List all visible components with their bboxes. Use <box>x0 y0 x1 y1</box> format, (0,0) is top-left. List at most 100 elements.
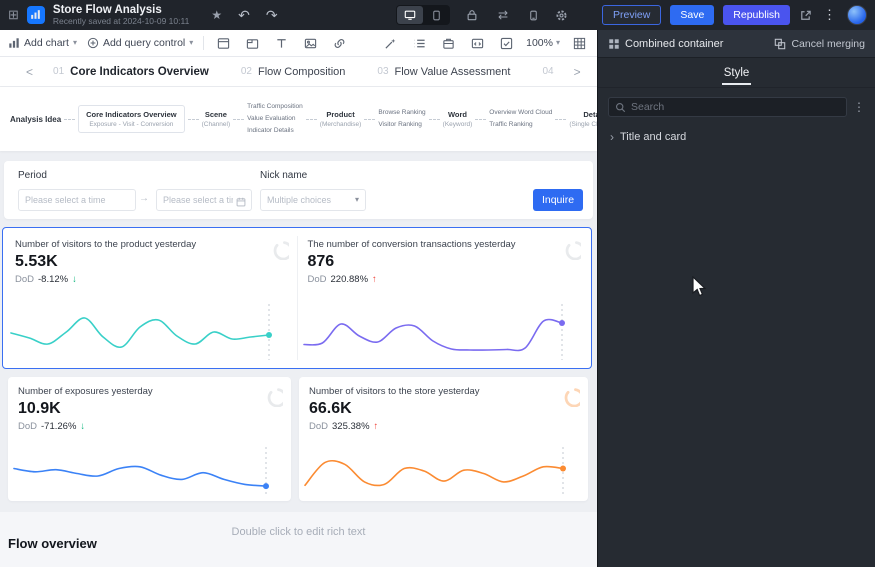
dod-direction-icon: ↓ <box>80 421 85 432</box>
flow-connector <box>188 119 199 120</box>
dod-label: DoD <box>308 274 327 285</box>
mobile-view-button[interactable] <box>423 6 449 24</box>
flow-list-item: Browse Ranking <box>378 107 425 119</box>
preview-button[interactable]: Preview <box>602 5 661 25</box>
style-search-box[interactable] <box>608 97 847 117</box>
tabs-next-icon[interactable]: > <box>570 65 585 79</box>
flow-node-word: Word (Keyword) <box>443 110 473 128</box>
saved-status: Recently saved at 2024-10-09 10:11 <box>53 17 189 26</box>
cancel-merging-label: Cancel merging <box>791 38 865 50</box>
flow-list-scene: Traffic Composition Value Evaluation Ind… <box>247 101 303 136</box>
flow-list-item: Overview Word Cloud <box>489 107 552 119</box>
flow-node-subtitle: (Channel) <box>202 121 231 128</box>
tabs-prev-icon[interactable]: < <box>22 65 37 79</box>
decoration-swirl-icon <box>559 238 581 260</box>
flow-connector <box>475 119 486 120</box>
nickname-label: Nick name <box>260 170 307 181</box>
flow-list-item: Value Evaluation <box>247 113 303 125</box>
kpi-card-visitors-store[interactable]: Number of visitors to the store yesterda… <box>299 377 588 501</box>
kpi-value: 5.53K <box>5 250 297 271</box>
flow-node-subtitle: Exposure - Visit - Conversion <box>86 121 176 128</box>
period-start-input[interactable] <box>18 189 136 211</box>
dod-value: 325.38% <box>332 421 370 432</box>
search-input[interactable] <box>631 101 840 113</box>
dod-direction-icon: ↑ <box>374 421 379 432</box>
nickname-select[interactable]: Multiple choices ▾ <box>260 189 366 211</box>
open-external-icon[interactable] <box>799 9 812 22</box>
redo-icon[interactable]: ↷ <box>262 6 282 24</box>
settings-gear-icon[interactable] <box>555 9 568 22</box>
collaborate-swap-icon[interactable]: ⇄ <box>494 7 512 23</box>
embed-icon[interactable] <box>468 35 487 52</box>
cancel-merging-button[interactable]: Cancel merging <box>774 38 865 50</box>
section-title-and-card[interactable]: › Title and card <box>598 123 875 151</box>
kpi-title: The number of conversion transactions ye… <box>298 230 590 250</box>
favorite-star-icon[interactable]: ★ <box>207 7 226 23</box>
flow-connector <box>306 119 317 120</box>
zoom-value: 100% <box>526 37 553 49</box>
mouse-cursor <box>692 276 708 298</box>
save-button[interactable]: Save <box>670 5 714 25</box>
container-layout-icon[interactable] <box>214 35 233 52</box>
flow-connector <box>555 119 566 120</box>
desktop-view-button[interactable] <box>397 6 423 24</box>
kpi-value: 10.9K <box>8 397 291 418</box>
tab-container-icon[interactable] <box>243 35 262 52</box>
tab-flow-value-assessment[interactable]: 03 Flow Value Assessment <box>377 66 510 78</box>
tab-number: 01 <box>53 66 64 77</box>
device-toggle[interactable] <box>396 5 450 25</box>
tab-core-indicators[interactable]: 01 Core Indicators Overview <box>53 66 209 78</box>
grid-layout-icon[interactable] <box>570 35 589 52</box>
flow-node-scene: Scene (Channel) <box>202 110 231 128</box>
theme-wand-icon[interactable] <box>381 35 400 52</box>
mobile-config-icon[interactable] <box>528 10 539 21</box>
todo-check-icon[interactable] <box>497 35 516 52</box>
link-icon[interactable] <box>330 35 349 52</box>
kpi-card-visitors-product[interactable]: Number of visitors to the product yester… <box>5 230 297 366</box>
lock-icon[interactable] <box>466 9 478 21</box>
query-control-widget[interactable]: Period Nick name → Multiple choices ▾ In… <box>4 161 593 219</box>
tab-label: Core Indicators Overview <box>70 66 209 78</box>
media-icon[interactable] <box>301 35 320 52</box>
flow-connector <box>233 119 244 120</box>
apps-grid-icon[interactable]: ⊞ <box>8 8 19 21</box>
rich-text-widget[interactable]: Double click to edit rich text Flow over… <box>0 512 597 567</box>
flow-root-label: Analysis Idea <box>10 115 61 124</box>
tab-label: Flow Value Assessment <box>395 66 511 78</box>
search-icon <box>615 102 626 113</box>
kpi-title: Number of exposures yesterday <box>8 377 291 397</box>
more-menu-icon[interactable]: ⋮ <box>821 7 838 23</box>
inquire-button[interactable]: Inquire <box>533 189 583 211</box>
dod-value: -8.12% <box>38 274 68 285</box>
flow-node-title: Core Indicators Overview <box>86 110 176 119</box>
user-avatar[interactable] <box>847 5 867 25</box>
flow-list-item: Traffic Ranking <box>489 119 552 131</box>
tab-04[interactable]: 04 <box>542 66 553 77</box>
zoom-select[interactable]: 100% ▾ <box>526 37 560 49</box>
text-icon[interactable] <box>272 35 291 52</box>
page-title: Store Flow Analysis <box>53 4 189 17</box>
tab-number: 02 <box>241 66 252 77</box>
list-icon[interactable] <box>410 35 429 52</box>
decoration-swirl-icon <box>558 385 580 407</box>
tab-style[interactable]: Style <box>722 61 752 85</box>
tab-flow-composition[interactable]: 02 Flow Composition <box>241 66 346 78</box>
republish-button[interactable]: Republish <box>723 5 790 25</box>
combined-container-selected[interactable]: Number of visitors to the product yester… <box>2 227 592 369</box>
resource-package-icon[interactable] <box>439 35 458 52</box>
sparkline-chart <box>12 445 282 497</box>
kpi-card-conversion-transactions[interactable]: The number of conversion transactions ye… <box>298 230 590 366</box>
kpi-title: Number of visitors to the product yester… <box>5 230 297 250</box>
search-options-icon[interactable]: ⋮ <box>853 100 865 114</box>
add-query-control-button[interactable]: Add query control ▾ <box>87 37 193 49</box>
add-chart-button[interactable]: Add chart ▾ <box>8 37 77 49</box>
dod-label: DoD <box>309 421 328 432</box>
flow-connector <box>364 119 375 120</box>
kpi-card-exposures[interactable]: Number of exposures yesterday 10.9K DoD … <box>8 377 291 501</box>
dashboard-canvas[interactable]: < 01 Core Indicators Overview 02 Flow Co… <box>0 57 597 567</box>
flow-node-subtitle: (Single Channel) <box>569 121 597 128</box>
dod-direction-icon: ↑ <box>372 274 377 285</box>
top-bar: ⊞ Store Flow Analysis Recently saved at … <box>0 0 875 30</box>
analysis-flow-widget[interactable]: Analysis Idea Core Indicators Overview E… <box>0 87 597 151</box>
undo-icon[interactable]: ↶ <box>234 6 254 24</box>
